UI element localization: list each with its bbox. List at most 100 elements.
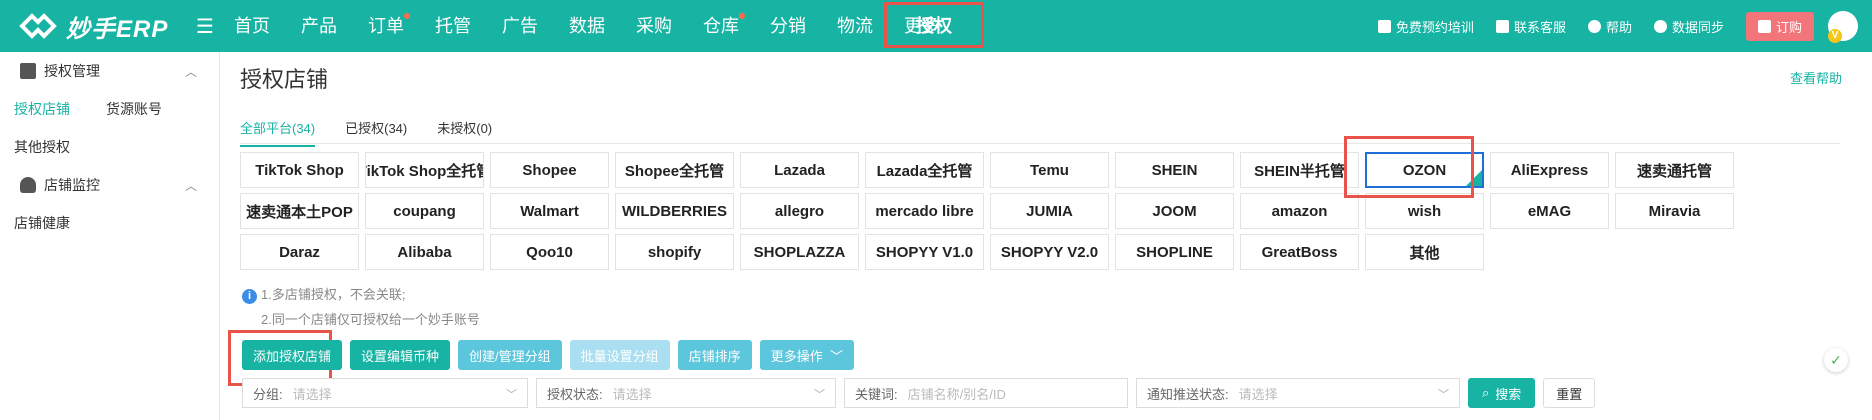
nav-item-purchase[interactable]: 采购 [636, 0, 672, 52]
platform-tile[interactable]: Alibaba [365, 234, 484, 270]
platform-tile[interactable]: allegro [740, 193, 859, 229]
platform-tile[interactable]: SHOPYY V2.0 [990, 234, 1109, 270]
nav-item-ads[interactable]: 广告 [502, 0, 538, 52]
platform-tile[interactable]: 速卖通托管 [1615, 152, 1734, 188]
platform-tile[interactable]: WILDBERRIES [615, 193, 734, 229]
sidebar-item-other-auth[interactable]: 其他授权 [14, 137, 70, 157]
batch-set-group-button[interactable]: 批量设置分组 [569, 340, 670, 370]
more-actions-label: 更多操作 [770, 348, 823, 364]
order-button[interactable]: 订购 [1745, 11, 1814, 41]
set-currency-button[interactable]: 设置编辑币种 [350, 340, 451, 370]
platform-tile[interactable]: 其他 [1365, 234, 1484, 270]
sidebar-item-auth-store[interactable]: 授权店铺 [14, 99, 70, 119]
search-icon: ⌕ [1482, 385, 1490, 400]
top-navbar: 妙手ERP ☰ 首页 产品 订单 托管 广告 数据 采购 仓库 分销 物流 更多… [0, 0, 1872, 52]
platform-tile[interactable]: SHEIN半托管 [1240, 152, 1359, 188]
platform-tile[interactable]: shopify [615, 234, 734, 270]
platform-tile[interactable]: SHOPLAZZA [740, 234, 859, 270]
training-label: 免费预约培训 [1395, 19, 1474, 35]
nav-item-label: 仓库 [703, 16, 739, 36]
notify-status-select[interactable]: 通知推送状态: 请选择 ﹀ [1136, 378, 1460, 408]
notify-label: 通知推送状态: [1147, 386, 1229, 402]
nav-item-products[interactable]: 产品 [301, 0, 337, 52]
manage-groups-button[interactable]: 创建/管理分组 [458, 340, 562, 370]
platform-tile[interactable]: amazon [1240, 193, 1359, 229]
platform-tile[interactable]: JOOM [1115, 193, 1234, 229]
platform-tile[interactable]: AliExpress [1490, 152, 1609, 188]
auth-notes: i 1.多店铺授权，不会关联; 2.同一个店铺仅可授权给一个妙手账号 [242, 282, 480, 332]
nav-item-logistics[interactable]: 物流 [837, 0, 873, 52]
nav-item-hosting[interactable]: 托管 [435, 0, 471, 52]
sync-link[interactable]: 数据同步 [1653, 17, 1724, 36]
sidebar-row: 店铺健康 [0, 204, 219, 242]
monitor-icon [1377, 19, 1391, 33]
assistant-float-icon[interactable]: ✓ [1824, 348, 1848, 372]
brand-logo[interactable]: 妙手ERP [18, 8, 168, 44]
platform-tile[interactable]: SHOPLINE [1115, 234, 1234, 270]
keyword-input[interactable]: 关键词: 店铺名称/别名/ID [844, 378, 1128, 408]
platform-tile[interactable]: SHEIN [1115, 152, 1234, 188]
sidebar-group-auth[interactable]: 授权管理 ︿ [0, 52, 219, 90]
platform-tile[interactable]: Lazada [740, 152, 859, 188]
more-actions-button[interactable]: 更多操作 ﹀ [759, 340, 854, 370]
user-avatar[interactable] [1828, 11, 1858, 43]
sidebar-item-source-account[interactable]: 货源账号 [106, 99, 162, 119]
auth-status-select[interactable]: 授权状态: 请选择 ﹀ [536, 378, 836, 408]
platform-tile[interactable]: wish [1365, 193, 1484, 229]
platform-tile[interactable]: Temu [990, 152, 1109, 188]
platform-tile[interactable]: SHOPYY V1.0 [865, 234, 984, 270]
nav-item-warehouse[interactable]: 仓库 [703, 0, 745, 52]
store-sort-button[interactable]: 店铺排序 [677, 340, 752, 370]
main-content: 授权店铺 查看帮助 全部平台(34) 已授权(34) 未授权(0) TikTok… [220, 52, 1872, 420]
nav-item-authorization[interactable]: 授权 [884, 2, 984, 48]
platform-tile[interactable]: TikTok Shop [240, 152, 359, 188]
search-label: 搜索 [1495, 386, 1522, 402]
contact-link[interactable]: 联系客服 [1495, 17, 1566, 36]
keyword-placeholder: 店铺名称/别名/ID [907, 386, 1006, 402]
search-button[interactable]: ⌕ 搜索 [1468, 378, 1536, 408]
nav-item-data[interactable]: 数据 [569, 0, 605, 52]
platform-tile[interactable]: TikTok Shop全托管 [365, 152, 484, 188]
note-line-2: 2.同一个店铺仅可授权给一个妙手账号 [242, 307, 480, 332]
filter-bar: 分组: 请选择 ﹀ 授权状态: 请选择 ﹀ 关键词: 店铺名称/别名/ID 通知推送状态:… [242, 378, 1596, 408]
reset-button[interactable]: 重置 [1543, 378, 1596, 408]
note-text-2: 2.同一个店铺仅可授权给一个妙手账号 [261, 312, 480, 327]
platform-tile[interactable]: Shopee [490, 152, 609, 188]
platform-tile[interactable]: Lazada全托管 [865, 152, 984, 188]
group-select[interactable]: 分组: 请选择 ﹀ [242, 378, 528, 408]
platform-tile[interactable]: Walmart [490, 193, 609, 229]
notification-dot [739, 13, 745, 19]
info-icon: i [242, 289, 257, 304]
platform-tile[interactable]: GreatBoss [1240, 234, 1359, 270]
sidebar-group-monitor[interactable]: 店铺监控 ︿ [0, 166, 219, 204]
platform-tile[interactable]: eMAG [1490, 193, 1609, 229]
platform-tile[interactable]: JUMIA [990, 193, 1109, 229]
order-label: 订购 [1775, 19, 1802, 35]
training-link[interactable]: 免费预约培训 [1377, 17, 1474, 36]
platform-tile[interactable]: mercado libre [865, 193, 984, 229]
auth-label: 授权状态: [547, 386, 603, 402]
nav-item-distribution[interactable]: 分销 [770, 0, 806, 52]
logo-icon [19, 13, 57, 39]
platform-tile[interactable]: Daraz [240, 234, 359, 270]
nav-item-orders[interactable]: 订单 [368, 0, 410, 52]
platform-tile[interactable]: Miravia [1615, 193, 1734, 229]
sync-label: 数据同步 [1671, 19, 1724, 35]
nav-item-label: 订单 [368, 16, 404, 36]
platform-tile[interactable]: Shopee全托管 [615, 152, 734, 188]
bag-icon [1757, 19, 1771, 33]
add-auth-store-button[interactable]: 添加授权店铺 [242, 340, 343, 370]
nav-item-home[interactable]: 首页 [234, 0, 270, 52]
platform-tile[interactable]: Qoo10 [490, 234, 609, 270]
menu-toggle-icon[interactable]: ☰ [196, 14, 214, 39]
notification-dot [404, 13, 410, 19]
chevron-down-icon: ﹀ [829, 348, 843, 364]
help-link[interactable]: 帮助 [1587, 17, 1632, 36]
sidebar-item-store-health[interactable]: 店铺健康 [14, 213, 70, 233]
chevron-down-icon: ﹀ [814, 389, 825, 401]
platform-tile[interactable]: 速卖通本土POP [240, 193, 359, 229]
top-right-actions: 免费预约培训 联系客服 帮助 数据同步 订购 [1377, 0, 1872, 52]
platform-tile[interactable]: coupang [365, 193, 484, 229]
view-help-link[interactable]: 查看帮助 [1790, 68, 1842, 87]
chevron-up-icon: ︿ [184, 179, 197, 193]
